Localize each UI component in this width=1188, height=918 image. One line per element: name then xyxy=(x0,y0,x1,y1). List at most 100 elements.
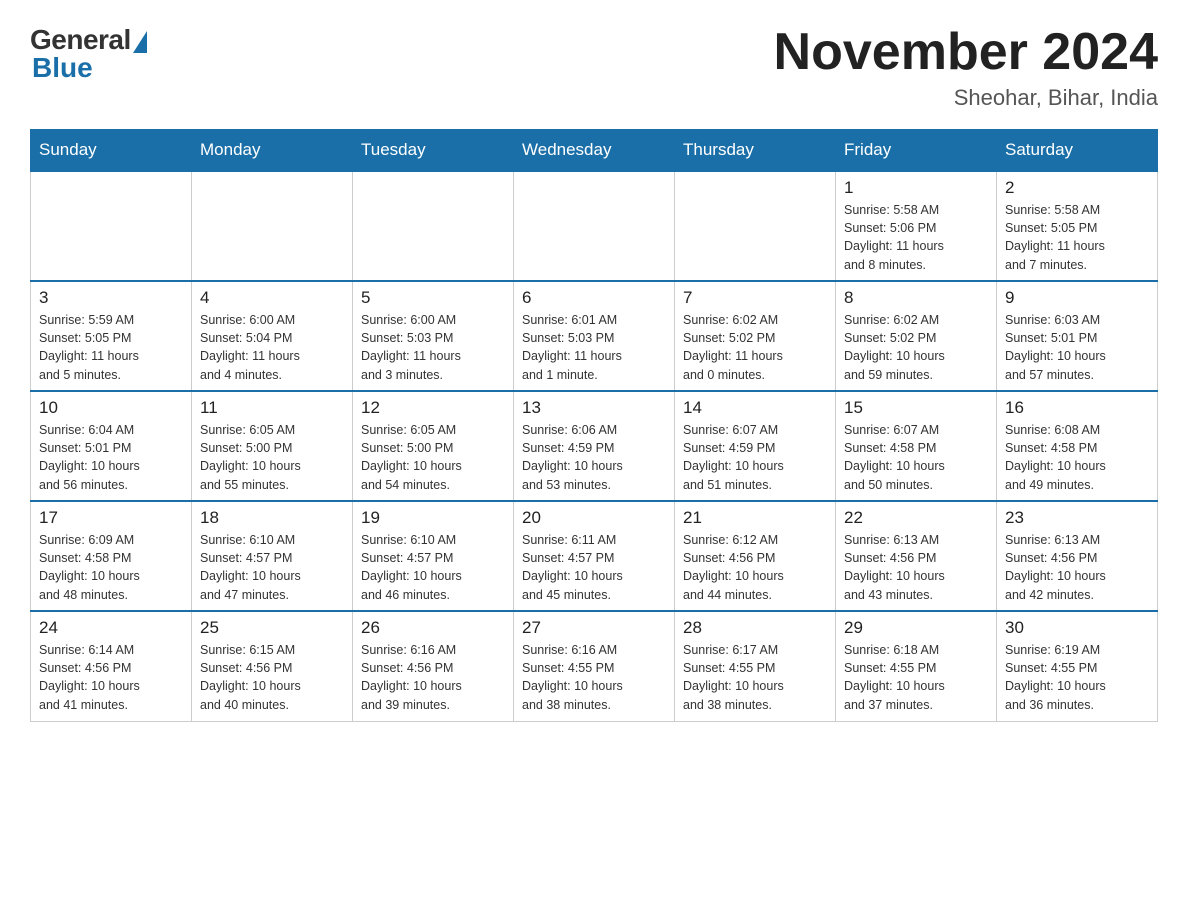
day-number: 22 xyxy=(844,508,988,528)
calendar-cell: 14 Sunrise: 6:07 AM Sunset: 4:59 PM Dayli… xyxy=(675,391,836,501)
day-number: 7 xyxy=(683,288,827,308)
day-number: 3 xyxy=(39,288,183,308)
calendar-cell xyxy=(192,171,353,281)
day-info: Sunrise: 6:18 AM Sunset: 4:55 PM Dayligh… xyxy=(844,641,988,714)
calendar-cell: 1Sunrise: 5:58 AM Sunset: 5:06 PM Daylig… xyxy=(836,171,997,281)
calendar-cell: 5 Sunrise: 6:00 AM Sunset: 5:03 PM Daylig… xyxy=(353,281,514,391)
day-info: Sunrise: 5:58 AM Sunset: 5:05 PM Dayligh… xyxy=(1005,201,1149,274)
day-info: Sunrise: 6:05 AM Sunset: 5:00 PM Dayligh… xyxy=(200,421,344,494)
calendar-cell: 9Sunrise: 6:03 AM Sunset: 5:01 PM Daylig… xyxy=(997,281,1158,391)
calendar-cell xyxy=(353,171,514,281)
day-number: 20 xyxy=(522,508,666,528)
day-number: 19 xyxy=(361,508,505,528)
day-number: 21 xyxy=(683,508,827,528)
calendar-cell: 25Sunrise: 6:15 AM Sunset: 4:56 PM Dayli… xyxy=(192,611,353,721)
calendar-cell: 13 Sunrise: 6:06 AM Sunset: 4:59 PM Dayli… xyxy=(514,391,675,501)
logo: General Blue xyxy=(30,24,147,84)
week-row-1: 1Sunrise: 5:58 AM Sunset: 5:06 PM Daylig… xyxy=(31,171,1158,281)
day-info: Sunrise: 6:15 AM Sunset: 4:56 PM Dayligh… xyxy=(200,641,344,714)
day-number: 17 xyxy=(39,508,183,528)
day-number: 24 xyxy=(39,618,183,638)
calendar-header-sunday: Sunday xyxy=(31,130,192,172)
day-info: Sunrise: 6:05 AM Sunset: 5:00 PM Dayligh… xyxy=(361,421,505,494)
day-info: Sunrise: 6:11 AM Sunset: 4:57 PM Dayligh… xyxy=(522,531,666,604)
calendar-cell: 16 Sunrise: 6:08 AM Sunset: 4:58 PM Dayli… xyxy=(997,391,1158,501)
day-info: Sunrise: 6:07 AM Sunset: 4:59 PM Dayligh… xyxy=(683,421,827,494)
day-info: Sunrise: 6:02 AM Sunset: 5:02 PM Dayligh… xyxy=(683,311,827,384)
week-row-2: 3Sunrise: 5:59 AM Sunset: 5:05 PM Daylig… xyxy=(31,281,1158,391)
day-info: Sunrise: 6:06 AM Sunset: 4:59 PM Dayligh… xyxy=(522,421,666,494)
calendar-cell: 29 Sunrise: 6:18 AM Sunset: 4:55 PM Dayli… xyxy=(836,611,997,721)
day-number: 12 xyxy=(361,398,505,418)
calendar-cell: 8Sunrise: 6:02 AM Sunset: 5:02 PM Daylig… xyxy=(836,281,997,391)
day-info: Sunrise: 6:12 AM Sunset: 4:56 PM Dayligh… xyxy=(683,531,827,604)
calendar-cell xyxy=(675,171,836,281)
calendar-header-monday: Monday xyxy=(192,130,353,172)
calendar-cell: 22Sunrise: 6:13 AM Sunset: 4:56 PM Dayli… xyxy=(836,501,997,611)
week-row-5: 24 Sunrise: 6:14 AM Sunset: 4:56 PM Dayli… xyxy=(31,611,1158,721)
calendar-header-thursday: Thursday xyxy=(675,130,836,172)
day-number: 23 xyxy=(1005,508,1149,528)
calendar-cell: 26 Sunrise: 6:16 AM Sunset: 4:56 PM Dayli… xyxy=(353,611,514,721)
day-info: Sunrise: 6:07 AM Sunset: 4:58 PM Dayligh… xyxy=(844,421,988,494)
day-info: Sunrise: 6:00 AM Sunset: 5:03 PM Dayligh… xyxy=(361,311,505,384)
calendar-cell: 2 Sunrise: 5:58 AM Sunset: 5:05 PM Daylig… xyxy=(997,171,1158,281)
calendar-cell: 4Sunrise: 6:00 AM Sunset: 5:04 PM Daylig… xyxy=(192,281,353,391)
calendar-cell: 27 Sunrise: 6:16 AM Sunset: 4:55 PM Dayli… xyxy=(514,611,675,721)
calendar-cell: 21 Sunrise: 6:12 AM Sunset: 4:56 PM Dayli… xyxy=(675,501,836,611)
calendar-header-tuesday: Tuesday xyxy=(353,130,514,172)
day-number: 4 xyxy=(200,288,344,308)
day-number: 26 xyxy=(361,618,505,638)
page-header: General Blue November 2024 Sheohar, Biha… xyxy=(30,24,1158,111)
calendar-cell: 12 Sunrise: 6:05 AM Sunset: 5:00 PM Dayli… xyxy=(353,391,514,501)
day-number: 5 xyxy=(361,288,505,308)
day-info: Sunrise: 6:14 AM Sunset: 4:56 PM Dayligh… xyxy=(39,641,183,714)
title-area: November 2024 Sheohar, Bihar, India xyxy=(774,24,1158,111)
day-info: Sunrise: 6:13 AM Sunset: 4:56 PM Dayligh… xyxy=(1005,531,1149,604)
calendar-cell xyxy=(514,171,675,281)
calendar-cell: 7 Sunrise: 6:02 AM Sunset: 5:02 PM Daylig… xyxy=(675,281,836,391)
calendar-header-row: SundayMondayTuesdayWednesdayThursdayFrid… xyxy=(31,130,1158,172)
day-info: Sunrise: 6:17 AM Sunset: 4:55 PM Dayligh… xyxy=(683,641,827,714)
day-number: 29 xyxy=(844,618,988,638)
calendar-cell: 11 Sunrise: 6:05 AM Sunset: 5:00 PM Dayli… xyxy=(192,391,353,501)
calendar-cell: 28 Sunrise: 6:17 AM Sunset: 4:55 PM Dayli… xyxy=(675,611,836,721)
day-number: 2 xyxy=(1005,178,1149,198)
day-number: 13 xyxy=(522,398,666,418)
day-info: Sunrise: 6:16 AM Sunset: 4:55 PM Dayligh… xyxy=(522,641,666,714)
calendar-cell: 10 Sunrise: 6:04 AM Sunset: 5:01 PM Dayli… xyxy=(31,391,192,501)
day-number: 11 xyxy=(200,398,344,418)
week-row-4: 17 Sunrise: 6:09 AM Sunset: 4:58 PM Dayli… xyxy=(31,501,1158,611)
calendar-cell: 30 Sunrise: 6:19 AM Sunset: 4:55 PM Dayli… xyxy=(997,611,1158,721)
day-number: 10 xyxy=(39,398,183,418)
day-number: 6 xyxy=(522,288,666,308)
day-info: Sunrise: 6:03 AM Sunset: 5:01 PM Dayligh… xyxy=(1005,311,1149,384)
calendar-header-friday: Friday xyxy=(836,130,997,172)
day-number: 27 xyxy=(522,618,666,638)
calendar-cell: 3Sunrise: 5:59 AM Sunset: 5:05 PM Daylig… xyxy=(31,281,192,391)
day-info: Sunrise: 5:58 AM Sunset: 5:06 PM Dayligh… xyxy=(844,201,988,274)
calendar-header-wednesday: Wednesday xyxy=(514,130,675,172)
day-info: Sunrise: 6:10 AM Sunset: 4:57 PM Dayligh… xyxy=(200,531,344,604)
day-info: Sunrise: 6:09 AM Sunset: 4:58 PM Dayligh… xyxy=(39,531,183,604)
day-info: Sunrise: 6:04 AM Sunset: 5:01 PM Dayligh… xyxy=(39,421,183,494)
day-number: 14 xyxy=(683,398,827,418)
logo-triangle-icon xyxy=(133,31,147,53)
day-info: Sunrise: 6:08 AM Sunset: 4:58 PM Dayligh… xyxy=(1005,421,1149,494)
calendar-cell: 6Sunrise: 6:01 AM Sunset: 5:03 PM Daylig… xyxy=(514,281,675,391)
calendar-cell: 18 Sunrise: 6:10 AM Sunset: 4:57 PM Dayli… xyxy=(192,501,353,611)
day-info: Sunrise: 6:19 AM Sunset: 4:55 PM Dayligh… xyxy=(1005,641,1149,714)
calendar-cell: 17 Sunrise: 6:09 AM Sunset: 4:58 PM Dayli… xyxy=(31,501,192,611)
calendar-cell xyxy=(31,171,192,281)
location-text: Sheohar, Bihar, India xyxy=(774,85,1158,111)
month-title: November 2024 xyxy=(774,24,1158,81)
day-info: Sunrise: 6:16 AM Sunset: 4:56 PM Dayligh… xyxy=(361,641,505,714)
day-number: 18 xyxy=(200,508,344,528)
day-number: 28 xyxy=(683,618,827,638)
calendar-cell: 20 Sunrise: 6:11 AM Sunset: 4:57 PM Dayli… xyxy=(514,501,675,611)
calendar-cell: 19Sunrise: 6:10 AM Sunset: 4:57 PM Dayli… xyxy=(353,501,514,611)
calendar-table: SundayMondayTuesdayWednesdayThursdayFrid… xyxy=(30,129,1158,722)
day-number: 30 xyxy=(1005,618,1149,638)
day-number: 16 xyxy=(1005,398,1149,418)
calendar-header-saturday: Saturday xyxy=(997,130,1158,172)
